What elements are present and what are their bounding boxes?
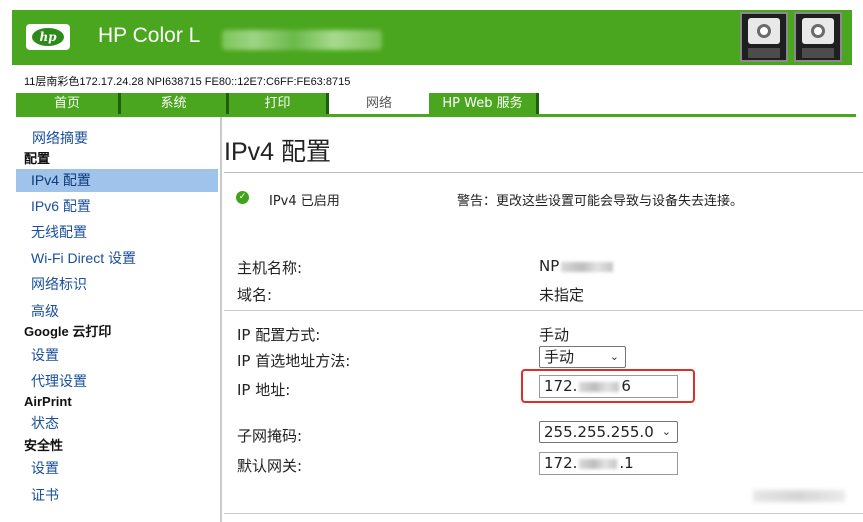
printer-model-title: HP Color L <box>98 24 200 48</box>
sidebar-item-google-settings[interactable]: 设置 <box>16 344 218 367</box>
hostname-value: NP <box>539 257 615 275</box>
sidebar-item-proxy[interactable]: 代理设置 <box>16 370 218 393</box>
sidebar-item-ipv4[interactable]: IPv4 配置 <box>16 169 218 192</box>
gateway-suffix: .1 <box>619 454 634 472</box>
subnet-mask-label: 子网掩码: <box>237 427 303 445</box>
ip-config-method-label: IP 配置方式: <box>237 326 321 344</box>
printer-model-title-text: HP Color L <box>98 24 201 47</box>
main-content: IPv4 配置 ✓ IPv4 已启用 警告：更改这些设置可能会导致与设备失去连接… <box>224 117 863 522</box>
blurred-model-name <box>222 30 382 50</box>
ip-config-method-value: 手动 <box>539 326 570 344</box>
gateway-prefix: 172. <box>544 454 578 472</box>
redacted-gateway-octets <box>579 458 618 469</box>
sidebar-item-certificates[interactable]: 证书 <box>16 484 218 507</box>
tab-system[interactable]: 系统 <box>121 93 229 115</box>
watermark <box>753 490 845 502</box>
chevron-down-icon: ⌄ <box>661 425 671 438</box>
sidebar-item-network-id[interactable]: 网络标识 <box>16 273 218 296</box>
subnet-mask-selected: 255.255.255.0 <box>544 423 654 441</box>
hp-logo-mark: hp <box>32 28 64 46</box>
default-gateway-input[interactable]: 172. .1 <box>539 452 678 475</box>
title-divider <box>224 172 863 173</box>
device-info-line: 11层南彩色172.17.24.28 NPI638715 FE80::12E7:… <box>24 76 351 88</box>
section-divider <box>224 310 863 311</box>
chevron-down-icon: ⌄ <box>609 350 619 363</box>
ip-preferred-method-selected: 手动 <box>544 348 575 366</box>
check-icon: ✓ <box>236 191 249 204</box>
hostname-value-text: NP <box>539 257 560 275</box>
sidebar-item-wireless[interactable]: 无线配置 <box>16 221 218 244</box>
tab-print[interactable]: 打印 <box>229 93 329 115</box>
tab-hp-web-services[interactable]: HP Web 服务 <box>429 93 539 115</box>
redacted-hostname <box>561 261 614 272</box>
sidebar-item-airprint-status[interactable]: 状态 <box>16 412 218 435</box>
default-gateway-label: 默认网关: <box>237 457 303 475</box>
hostname-label: 主机名称: <box>237 259 303 277</box>
printer-icon <box>794 12 842 62</box>
sidebar-item-network-summary[interactable]: 网络摘要 <box>16 127 218 150</box>
printer-icon <box>740 12 788 62</box>
printer-status-icons <box>740 12 844 62</box>
tab-network[interactable]: 网络 <box>329 93 429 115</box>
sidebar-item-ipv6[interactable]: IPv6 配置 <box>16 195 218 218</box>
tab-home[interactable]: 首页 <box>16 93 121 115</box>
sidebar-heading-google: Google 云打印 <box>24 324 112 339</box>
sidebar-heading-security: 安全性 <box>24 438 64 453</box>
red-highlight-box <box>521 369 695 403</box>
ip-preferred-method-select[interactable]: 手动 ⌄ <box>539 346 626 368</box>
domain-value: 未指定 <box>539 286 585 304</box>
sidebar-item-security-settings[interactable]: 设置 <box>16 457 218 480</box>
bottom-divider <box>224 513 863 514</box>
subnet-mask-select[interactable]: 255.255.255.0 ⌄ <box>539 421 678 443</box>
domain-label: 域名: <box>237 286 273 304</box>
header-bar: hp HP Color L <box>12 10 852 65</box>
ipv4-status: IPv4 已启用 <box>269 194 340 209</box>
sidebar-heading-airprint: AirPrint <box>24 394 72 409</box>
sidebar-item-advanced[interactable]: 高级 <box>16 300 218 323</box>
ip-address-label: IP 地址: <box>237 381 291 399</box>
warning-text: 警告：更改这些设置可能会导致与设备失去连接。 <box>457 194 744 209</box>
sidebar-heading-config: 配置 <box>24 151 51 166</box>
ip-preferred-method-label: IP 首选地址方法: <box>237 352 351 370</box>
sidebar-nav: 网络摘要 配置 IPv4 配置 IPv6 配置 无线配置 Wi-Fi Direc… <box>16 117 222 522</box>
sidebar-item-wifi-direct[interactable]: Wi-Fi Direct 设置 <box>16 247 218 270</box>
hp-logo: hp <box>26 24 70 50</box>
page-title: IPv4 配置 <box>224 138 331 166</box>
